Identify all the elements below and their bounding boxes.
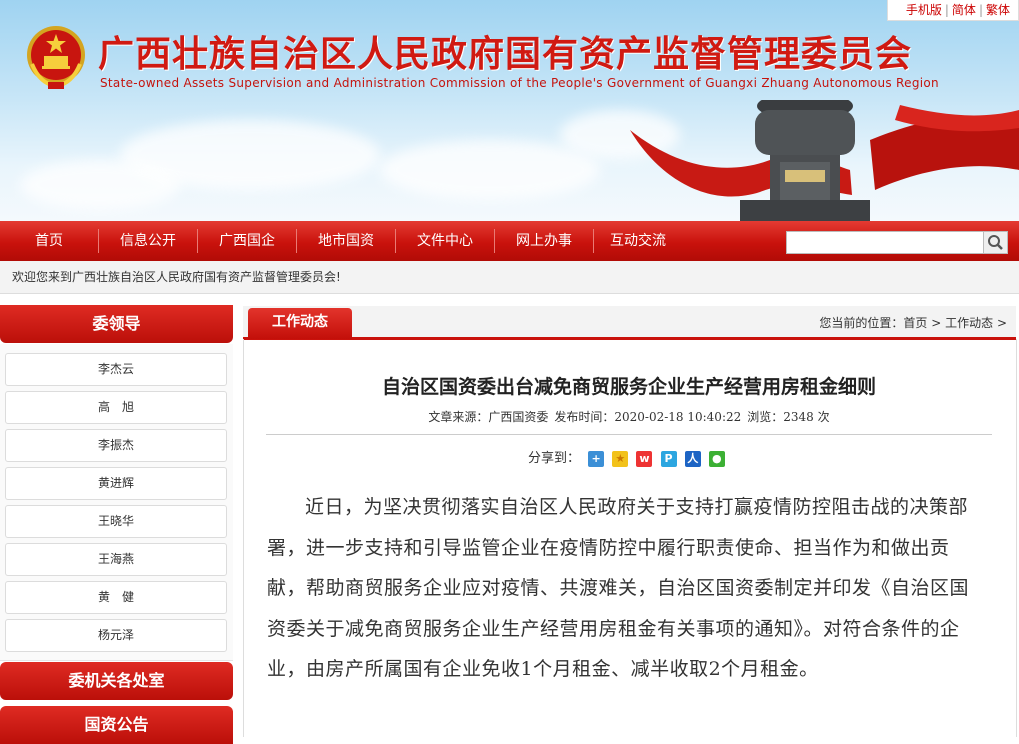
- leader-item[interactable]: 李杰云: [5, 353, 227, 386]
- share-weibo-icon[interactable]: w: [636, 450, 653, 467]
- nav-guangxi-soe[interactable]: 广西国企: [198, 221, 296, 261]
- article-title: 自治区国资委出台减免商贸服务企业生产经营用房租金细则: [381, 376, 876, 398]
- publish-time: 2020-02-18 10:40:22: [614, 410, 742, 424]
- share-label: 分享到：: [528, 451, 581, 466]
- leader-item[interactable]: 王海燕: [5, 543, 227, 576]
- breadcrumb-prefix: 您当前的位置：: [819, 316, 904, 330]
- simplified-chinese-link[interactable]: 简体: [952, 3, 976, 17]
- time-label: 发布时间：: [554, 410, 615, 424]
- header-banner: 广西壮族自治区人民政府国有资产监督管理委员会 State-owned Asset…: [0, 0, 1019, 221]
- article-meta: 文章来源：广西国资委 发布时间：2020-02-18 10:40:22 浏览：234…: [243, 408, 1015, 425]
- share-bar: 分享到： + ★ w P 人 ●: [528, 450, 725, 470]
- emblem-icon: [27, 26, 85, 89]
- search-input[interactable]: [787, 232, 985, 251]
- nav-city-assets[interactable]: 地市国资: [297, 221, 395, 261]
- leader-item[interactable]: 黄进辉: [5, 467, 227, 500]
- nav-interaction[interactable]: 互动交流: [594, 221, 682, 261]
- search-button[interactable]: [983, 232, 1007, 253]
- nav-document-center[interactable]: 文件中心: [396, 221, 494, 261]
- leaders-list: 李杰云 高 旭 李振杰 黄进辉 王晓华 王海燕 黄 健 杨元泽: [0, 344, 233, 661]
- welcome-bar: 欢迎您来到广西壮族自治区人民政府国有资产监督管理委员会!: [0, 261, 1019, 294]
- nav-home[interactable]: 首页: [0, 221, 98, 261]
- breadcrumb-separator: >: [927, 316, 946, 330]
- views-label: 浏览：: [747, 410, 784, 424]
- breadcrumb-current-link[interactable]: 工作动态: [945, 316, 993, 330]
- article-body: 近日，为坚决贯彻落实自治区人民政府关于支持打赢疫情防控阻击战的决策部署，进一步支…: [267, 496, 970, 680]
- share-qzone-icon[interactable]: ★: [612, 450, 629, 467]
- leader-item[interactable]: 黄 健: [5, 581, 227, 614]
- sidebar-departments-header[interactable]: 委机关各处室: [0, 662, 233, 700]
- nav-online-services[interactable]: 网上办事: [495, 221, 593, 261]
- breadcrumb-home-link[interactable]: 首页: [903, 316, 927, 330]
- site-title: 广西壮族自治区人民政府国有资产监督管理委员会: [98, 34, 913, 75]
- article-source: 广西国资委: [488, 410, 549, 424]
- tab-work-news[interactable]: 工作动态: [248, 308, 352, 339]
- mobile-version-link[interactable]: 手机版: [906, 3, 942, 17]
- share-renren-icon[interactable]: 人: [684, 450, 701, 467]
- leader-item[interactable]: 李振杰: [5, 429, 227, 462]
- source-label: 文章来源：: [428, 410, 489, 424]
- welcome-text: 欢迎您来到广西壮族自治区人民政府国有资产监督管理委员会!: [12, 270, 341, 284]
- views-unit: 次: [817, 410, 830, 424]
- cloud-decoration: [380, 140, 600, 200]
- cloud-decoration: [20, 160, 180, 210]
- sidebar-announcements-header[interactable]: 国资公告: [0, 706, 233, 744]
- sidebar-leaders-header[interactable]: 委领导: [0, 305, 233, 343]
- leader-item[interactable]: 王晓华: [5, 505, 227, 538]
- share-tencent-icon[interactable]: P: [660, 450, 677, 467]
- traditional-chinese-link[interactable]: 繁体: [986, 3, 1010, 17]
- share-plus-icon[interactable]: +: [588, 450, 605, 467]
- monument-ribbon-illustration: [630, 100, 1019, 221]
- breadcrumb-separator: >: [993, 316, 1007, 330]
- share-wechat-icon[interactable]: ●: [708, 450, 725, 467]
- breadcrumb: 您当前的位置：首页 > 工作动态 >: [819, 314, 1007, 331]
- divider: [266, 434, 992, 435]
- search-icon: [988, 235, 1003, 250]
- leader-item[interactable]: 高 旭: [5, 391, 227, 424]
- view-count: 2348: [783, 410, 814, 424]
- top-links: 手机版 | 简体 | 繁体: [886, 0, 1019, 21]
- nav-info-disclosure[interactable]: 信息公开: [99, 221, 197, 261]
- search-box: [786, 231, 1008, 254]
- site-title-en: State-owned Assets Supervision and Admin…: [100, 76, 939, 90]
- leader-item[interactable]: 杨元泽: [5, 619, 227, 652]
